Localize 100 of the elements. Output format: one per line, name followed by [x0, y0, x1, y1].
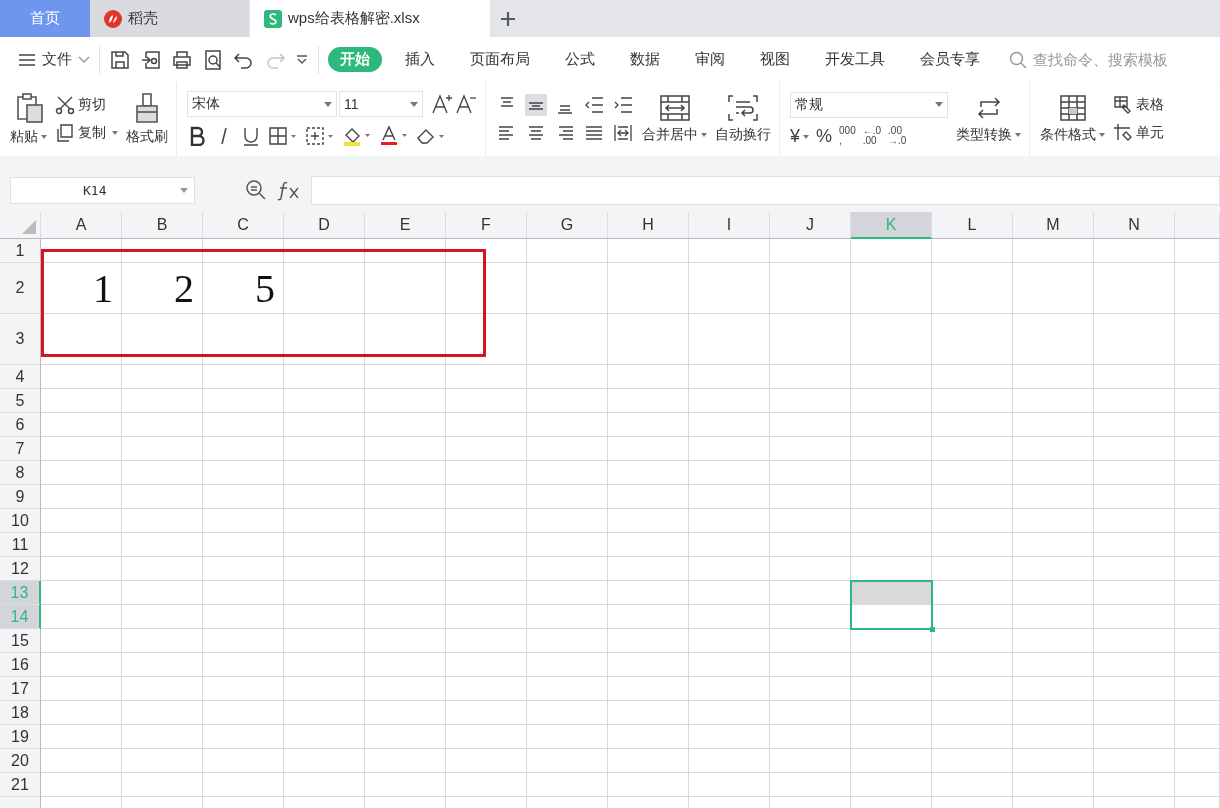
ribbon-tab[interactable]: 插入: [393, 47, 447, 72]
row-header[interactable]: 4: [0, 365, 41, 389]
row-header[interactable]: 1: [0, 239, 41, 263]
copy-icon: [55, 123, 75, 143]
ribbon-tab[interactable]: 审阅: [683, 47, 737, 72]
conditional-format-button[interactable]: 条件格式: [1040, 94, 1105, 144]
row-header[interactable]: 11: [0, 533, 41, 557]
print-icon[interactable]: [171, 48, 193, 71]
cut-button[interactable]: 剪切: [55, 95, 118, 115]
column-header[interactable]: M: [1013, 212, 1094, 239]
font-grow-icon[interactable]: [431, 93, 453, 115]
copy-button[interactable]: 复制: [55, 123, 118, 143]
ribbon-tab[interactable]: 视图: [748, 47, 802, 72]
table-cell: [1175, 413, 1220, 437]
ribbon-tab[interactable]: 数据: [618, 47, 672, 72]
column-header[interactable]: B: [122, 212, 203, 239]
wrap-text-icon: [727, 94, 759, 122]
plus-icon[interactable]: [500, 10, 516, 27]
table-cell: [1175, 749, 1220, 773]
row-header[interactable]: 18: [0, 701, 41, 725]
table-cell: [1175, 365, 1220, 389]
align-icon[interactable]: [612, 122, 634, 144]
brush-icon: [134, 92, 160, 124]
column-header[interactable]: H: [608, 212, 689, 239]
save-icon[interactable]: [109, 48, 131, 71]
row-header[interactable]: 16: [0, 653, 41, 677]
zoom-formula-icon[interactable]: [245, 179, 267, 201]
row-header[interactable]: 17: [0, 677, 41, 701]
preview-icon[interactable]: [202, 48, 224, 71]
row-header[interactable]: 8: [0, 461, 41, 485]
merge-center-button[interactable]: 合并居中: [642, 94, 707, 144]
column-header[interactable]: A: [41, 212, 122, 239]
table-cell: [1175, 263, 1220, 314]
table-cell: [1175, 701, 1220, 725]
caret-icon: [935, 102, 943, 107]
ribbon-tab[interactable]: 页面布局: [458, 47, 542, 72]
ribbon-tab[interactable]: 开发工具: [813, 47, 897, 72]
cell-brush-icon: [1113, 123, 1133, 143]
column-header[interactable]: E: [365, 212, 446, 239]
thousands-separator-button[interactable]: 000 ,: [839, 126, 856, 146]
decimal-places-button[interactable]: ←.0 .00: [862, 126, 882, 146]
row-header[interactable]: 6: [0, 413, 41, 437]
row-header[interactable]: 3: [0, 314, 41, 365]
table-style-button[interactable]: 表格: [1113, 95, 1164, 115]
menu-icon: [18, 52, 36, 67]
ribbon-tab[interactable]: 会员专享: [908, 47, 992, 72]
cell-style-button[interactable]: 单元: [1113, 123, 1164, 143]
row-header[interactable]: 2: [0, 263, 41, 314]
type-convert-button[interactable]: 类型转换: [956, 94, 1021, 144]
percent-button[interactable]: %: [816, 125, 833, 147]
document-tab[interactable]: wps给表格解密.xlsx: [250, 0, 490, 37]
column-header[interactable]: L: [932, 212, 1013, 239]
align-icon[interactable]: [612, 94, 634, 116]
row-header[interactable]: 12: [0, 557, 41, 581]
font-name-dropdown[interactable]: 宋体: [187, 91, 337, 117]
column-header[interactable]: C: [203, 212, 284, 239]
align-icon[interactable]: [525, 94, 547, 116]
row-header[interactable]: 10: [0, 509, 41, 533]
row-header[interactable]: 9: [0, 485, 41, 509]
column-header[interactable]: D: [284, 212, 365, 239]
export-icon[interactable]: [140, 48, 162, 71]
font-color-icon[interactable]: [379, 125, 409, 147]
wrap-text-button[interactable]: 自动换行: [715, 94, 771, 144]
ribbon-tab[interactable]: 公式: [553, 47, 607, 72]
search-field[interactable]: 查找命令、搜索模板: [1009, 50, 1205, 69]
table-cell: [1175, 485, 1220, 509]
column-header[interactable]: G: [527, 212, 608, 239]
column-header[interactable]: N: [1094, 212, 1175, 239]
formula-input[interactable]: [311, 175, 1220, 205]
number-format-dropdown[interactable]: 常规: [790, 91, 948, 118]
dropdown-caret-icon[interactable]: [295, 54, 309, 65]
merge-cells-icon: [658, 94, 691, 122]
font-size-dropdown[interactable]: 11: [339, 91, 423, 117]
decimal-places-button[interactable]: .00 →.0: [888, 126, 907, 146]
borders-icon[interactable]: [268, 126, 298, 146]
file-menu[interactable]: 文件: [18, 50, 90, 69]
underline-icon[interactable]: [241, 126, 261, 146]
row-header[interactable]: 21: [0, 773, 41, 797]
align-icon[interactable]: [583, 94, 605, 116]
caret-icon: [410, 101, 418, 107]
row-header[interactable]: 7: [0, 437, 41, 461]
cell-fill-edit-icon[interactable]: [305, 126, 335, 146]
paste-button[interactable]: 粘贴: [10, 92, 47, 146]
row-header[interactable]: 5: [0, 389, 41, 413]
table-cell: [1175, 773, 1220, 797]
name-box[interactable]: K14: [10, 176, 195, 204]
spreadsheet-logo-icon: [264, 9, 282, 28]
currency-button[interactable]: ¥: [790, 125, 809, 147]
row-header[interactable]: 19: [0, 725, 41, 749]
column-header[interactable]: J: [770, 212, 851, 239]
format-painter-button[interactable]: 格式刷: [126, 92, 168, 146]
font-shrink-icon[interactable]: [455, 93, 477, 115]
document-tab[interactable]: 稻壳: [90, 0, 250, 37]
function-icon[interactable]: [277, 179, 301, 201]
row-header[interactable]: 20: [0, 749, 41, 773]
table-cell: [1175, 581, 1220, 605]
column-header[interactable]: F: [446, 212, 527, 239]
column-header[interactable]: I: [689, 212, 770, 239]
table-cell: [1175, 677, 1220, 701]
row-header[interactable]: 15: [0, 629, 41, 653]
